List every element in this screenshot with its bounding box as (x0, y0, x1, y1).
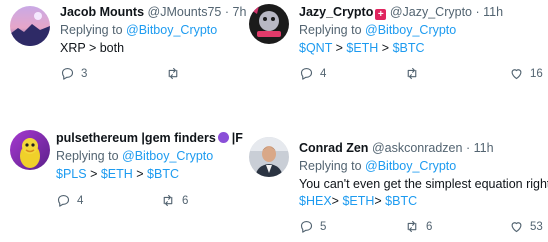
retweet-count: 6 (426, 220, 433, 233)
retweet-button[interactable]: 6 (160, 193, 188, 208)
cashtag-link[interactable]: $QNT (299, 41, 332, 55)
cashtag-link[interactable]: $BTC (393, 41, 425, 55)
orb-emoji-icon (217, 132, 229, 143)
cashtag-link[interactable]: $HEX (299, 194, 332, 208)
like-icon (511, 222, 522, 233)
reply-icon (57, 194, 70, 207)
text-segment: > (332, 41, 347, 55)
separator: · (475, 5, 480, 19)
display-name[interactable]: Jacob Mounts (60, 5, 144, 19)
separator: · (465, 141, 471, 155)
timestamp[interactable]: 11h (474, 141, 494, 155)
like-icon (511, 69, 522, 80)
display-name[interactable]: pulsethereum |gem finders (56, 131, 216, 145)
replying-label: Replying to (299, 23, 362, 37)
plus-badge-icon: + (375, 9, 387, 20)
replying-to-link[interactable]: @Bitboy_Crypto (365, 159, 456, 173)
reply-button[interactable]: 5 (299, 219, 326, 234)
text-segment: > (86, 167, 101, 181)
display-name[interactable]: Jazy_Crypto (299, 5, 373, 19)
replying-to-link[interactable]: @Bitboy_Crypto (126, 23, 217, 37)
retweet-button[interactable] (165, 66, 187, 81)
text-segment: > (374, 194, 386, 208)
separator: · (224, 5, 230, 19)
timestamp[interactable]: 7h (233, 5, 247, 19)
reply-icon (61, 67, 74, 80)
reply-count: 3 (81, 67, 88, 80)
reply-button[interactable]: 4 (299, 66, 326, 81)
tweet-text: $QNT > $ETH > $BTC (299, 40, 425, 56)
reply-count: 4 (77, 194, 84, 207)
user-handle[interactable]: @askconradzen (372, 141, 463, 155)
like-button[interactable]: 53 (509, 219, 543, 234)
retweet-button[interactable] (404, 66, 426, 81)
avatar[interactable] (249, 4, 289, 44)
display-name-suffix: |F (231, 131, 243, 145)
tweet-text: XRP > both (60, 41, 125, 55)
avatar[interactable] (249, 137, 289, 177)
user-handle[interactable]: @Jazy_Crypto (390, 5, 472, 19)
replying-to-link[interactable]: @Bitboy_Crypto (365, 23, 456, 37)
display-name[interactable]: Conrad Zen (299, 141, 368, 155)
reply-count: 5 (320, 220, 327, 233)
user-handle[interactable]: @JMounts75 (148, 5, 222, 19)
reply-icon (300, 220, 313, 233)
cashtag-link[interactable]: $ETH (101, 167, 133, 181)
replying-to-link[interactable]: @Bitboy_Crypto (122, 149, 213, 163)
cashtag-link[interactable]: $ETH (346, 41, 378, 55)
cashtag-link[interactable]: $PLS (56, 167, 87, 181)
reply-button[interactable]: 4 (56, 193, 83, 208)
reply-button[interactable]: 3 (60, 66, 87, 81)
cashtag-link[interactable]: $BTC (147, 167, 179, 181)
retweet-count: 6 (182, 194, 189, 207)
retweet-button[interactable]: 6 (404, 219, 432, 234)
tweet-text-line-1: You can't even get the simplest equation… (299, 177, 548, 191)
retweet-icon (163, 194, 173, 207)
like-button[interactable]: 16 (509, 66, 543, 81)
tweet-text: $PLS > $ETH > $BTC (56, 166, 179, 182)
avatar[interactable] (10, 6, 50, 46)
text-segment: > (378, 41, 393, 55)
replying-label: Replying to (60, 23, 123, 37)
reply-count: 4 (320, 67, 327, 80)
avatar[interactable] (10, 130, 50, 170)
text-segment: > (132, 167, 148, 181)
retweet-icon (168, 67, 178, 80)
cashtag-link[interactable]: $ETH (342, 194, 374, 208)
like-count: 16 (530, 67, 543, 80)
text-segment: > (331, 194, 343, 208)
cashtag-link[interactable]: $BTC (385, 194, 417, 208)
replying-label: Replying to (56, 149, 119, 163)
replying-label: Replying to (299, 159, 362, 173)
reply-icon (300, 67, 313, 80)
timestamp[interactable]: 11h (483, 5, 503, 19)
retweet-icon (407, 67, 417, 80)
tweet-text-line-2: $HEX> $ETH> $BTC (299, 193, 417, 209)
like-count: 53 (530, 220, 543, 233)
retweet-icon (407, 220, 417, 233)
